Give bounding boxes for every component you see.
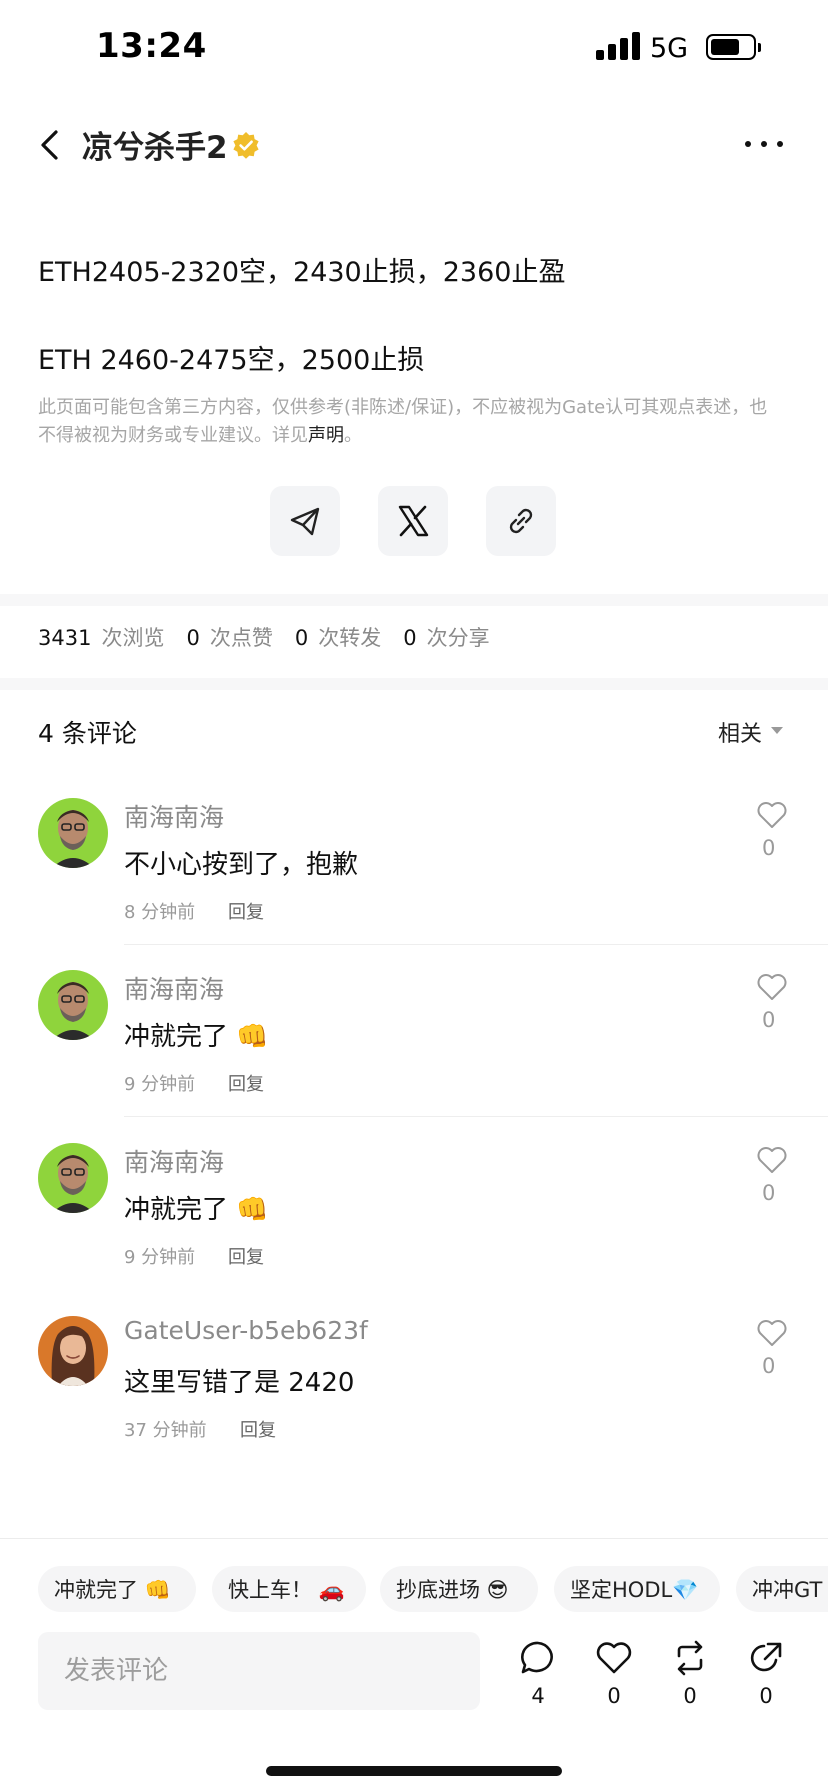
status-time: 13:24 [96, 26, 207, 66]
bottom-bar-divider [0, 1538, 828, 1539]
telegram-icon [290, 507, 320, 536]
shares-label: 次分享 [426, 626, 490, 650]
comment-item: 南海南海 不小心按到了，抱歉 8 分钟前 回复 0 [0, 798, 828, 970]
network-label: 5G [650, 33, 689, 64]
comment-item: GateUser-b5eb623f 这里写错了是 2420 37 分钟前 回复 … [0, 1316, 828, 1488]
heart-icon[interactable] [756, 1145, 788, 1175]
verified-badge-icon [232, 131, 260, 159]
section-divider [0, 594, 828, 606]
comment-time: 8 分钟前 [124, 902, 196, 923]
comment-like-count: 0 [762, 1008, 776, 1032]
post-stats: 3431 次浏览 0 次点赞 0 次转发 0 次分享 [38, 622, 512, 652]
comment-time: 9 分钟前 [124, 1074, 196, 1095]
heart-icon[interactable] [594, 1638, 634, 1678]
quick-reply-chip[interactable]: 快上车！ 🚗 [212, 1566, 366, 1612]
signal-icon [596, 32, 640, 60]
comment-text: 冲就完了 👊 [124, 1195, 269, 1225]
reposts-label: 次转发 [318, 626, 382, 650]
comment-time: 9 分钟前 [124, 1247, 196, 1268]
reply-button[interactable]: 回复 [228, 1070, 264, 1096]
home-indicator[interactable] [266, 1766, 562, 1776]
views-count: 3431 [38, 626, 92, 650]
caret-down-icon[interactable] [771, 727, 783, 734]
heart-icon[interactable] [756, 972, 788, 1002]
copy-link-button[interactable] [486, 486, 556, 556]
quick-reply-chip[interactable]: 坚定HODL💎 [554, 1566, 720, 1612]
disclaimer: 此页面可能包含第三方内容，仅供参考(非陈述/保证)，不应被视为Gate认可其观点… [38, 394, 778, 450]
reply-button[interactable]: 回复 [228, 1243, 264, 1269]
comment-like-count: 0 [762, 1181, 776, 1205]
comments-count-title: 4 条评论 [38, 719, 137, 748]
post-text-line-2: ETH 2460-2475空，2500止损 [38, 345, 425, 376]
reply-button[interactable]: 回复 [240, 1416, 276, 1442]
disclaimer-link[interactable]: 声明 [308, 425, 344, 446]
comment-item: 南海南海 冲就完了 👊 9 分钟前 回复 0 [0, 970, 828, 1142]
section-divider [0, 678, 828, 690]
comment-input[interactable]: 发表评论 [38, 1632, 480, 1710]
comment-count: 4 [531, 1684, 545, 1708]
reply-button[interactable]: 回复 [228, 898, 264, 924]
comment-divider [124, 1116, 828, 1117]
battery-icon [706, 34, 756, 60]
comment-author[interactable]: GateUser-b5eb623f [124, 1316, 368, 1345]
avatar[interactable] [38, 798, 108, 868]
disclaimer-end: 。 [344, 425, 362, 446]
chevron-left-icon [41, 130, 58, 160]
reposts-count: 0 [294, 626, 309, 650]
likes-count: 0 [186, 626, 200, 650]
share-count: 0 [759, 1684, 773, 1708]
comment-author[interactable]: 南海南海 [124, 970, 224, 1006]
share-telegram-button[interactable] [270, 486, 340, 556]
link-icon [509, 508, 533, 534]
page-title: 凉兮杀手2 [82, 130, 228, 166]
quick-reply-chip[interactable]: 冲冲GT [736, 1566, 828, 1612]
comment-like-count: 0 [762, 1354, 776, 1378]
battery-tip [758, 43, 761, 52]
comment-divider [124, 944, 828, 945]
quick-reply-chip[interactable]: 冲就完了 👊 [38, 1566, 196, 1612]
share-x-button[interactable] [378, 486, 448, 556]
like-count: 0 [607, 1684, 621, 1708]
avatar[interactable] [38, 1143, 108, 1213]
heart-icon[interactable] [756, 800, 788, 830]
sort-dropdown[interactable]: 相关 [718, 716, 762, 748]
disclaimer-text: 此页面可能包含第三方内容，仅供参考(非陈述/保证)，不应被视为Gate认可其观点… [38, 397, 768, 446]
comment-text: 不小心按到了，抱歉 [124, 850, 359, 880]
comment-author[interactable]: 南海南海 [124, 1143, 224, 1179]
likes-label: 次点赞 [209, 626, 273, 650]
heart-icon[interactable] [756, 1318, 788, 1348]
avatar[interactable] [38, 970, 108, 1040]
repost-icon[interactable] [670, 1638, 710, 1678]
post-text-line-1: ETH2405-2320空，2430止损，2360止盈 [38, 257, 566, 288]
more-icon[interactable] [742, 128, 786, 160]
comment-author[interactable]: 南海南海 [124, 798, 224, 834]
comment-text: 冲就完了 👊 [124, 1022, 269, 1052]
avatar[interactable] [38, 1316, 108, 1386]
comment-item: 南海南海 冲就完了 👊 9 分钟前 回复 0 [0, 1143, 828, 1315]
comment-icon[interactable] [518, 1638, 558, 1678]
share-icon[interactable] [746, 1638, 786, 1678]
back-button[interactable] [32, 122, 72, 168]
comment-like-count: 0 [762, 836, 776, 860]
comment-time: 37 分钟前 [124, 1420, 207, 1441]
repost-count: 0 [683, 1684, 697, 1708]
views-label: 次浏览 [101, 626, 165, 650]
shares-count: 0 [403, 626, 417, 650]
comment-text: 这里写错了是 2420 [124, 1368, 355, 1398]
x-logo-icon [398, 505, 429, 537]
quick-reply-chip[interactable]: 抄底进场 😎 [380, 1566, 538, 1612]
